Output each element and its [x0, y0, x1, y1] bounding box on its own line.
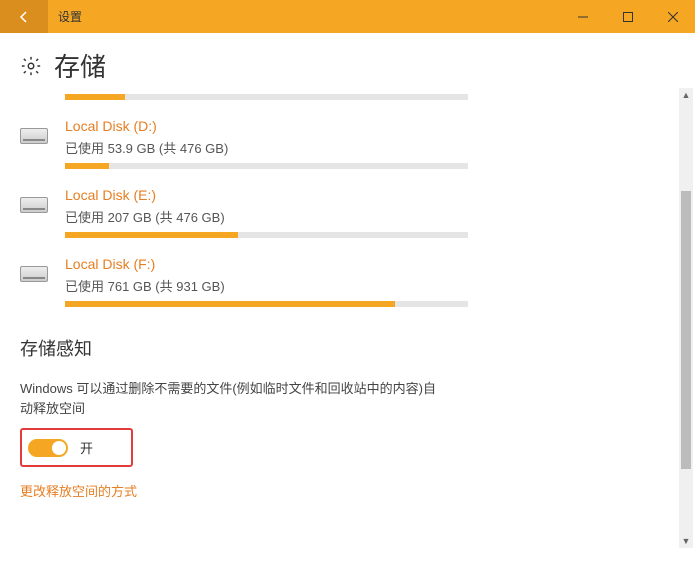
disk-icon	[20, 128, 48, 144]
disk-usage-text: 已使用 207 GB (共 476 GB)	[65, 207, 675, 226]
maximize-icon	[623, 12, 633, 22]
gear-icon	[20, 55, 42, 77]
usage-bar-fill	[65, 232, 238, 238]
scroll-content: Local Disk (D:) 已使用 53.9 GB (共 476 GB) L…	[20, 94, 675, 500]
usage-bar	[65, 232, 468, 238]
page-header: 存储	[0, 33, 695, 94]
usage-bar-fill	[65, 301, 395, 307]
scrollbar-thumb[interactable]	[681, 191, 691, 469]
disk-item[interactable]: Local Disk (D:) 已使用 53.9 GB (共 476 GB)	[20, 118, 675, 169]
disk-name: Local Disk (F:)	[65, 256, 675, 272]
window-title: 设置	[58, 8, 82, 25]
section-title-storage-sense: 存储感知	[20, 335, 675, 361]
close-icon	[668, 12, 678, 22]
disk-usage-text: 已使用 53.9 GB (共 476 GB)	[65, 138, 675, 157]
usage-bar-fill	[65, 94, 125, 100]
disk-item[interactable]: Local Disk (F:) 已使用 761 GB (共 931 GB)	[20, 256, 675, 307]
content-area: Local Disk (D:) 已使用 53.9 GB (共 476 GB) L…	[0, 94, 695, 562]
disk-name: Local Disk (D:)	[65, 118, 675, 134]
disk-item[interactable]: Local Disk (E:) 已使用 207 GB (共 476 GB)	[20, 187, 675, 238]
usage-bar-partial[interactable]	[65, 94, 468, 100]
change-free-up-space-link[interactable]: 更改释放空间的方式	[20, 481, 675, 500]
toggle-state-label: 开	[80, 438, 93, 457]
window-controls	[560, 0, 695, 33]
disk-usage-text: 已使用 761 GB (共 931 GB)	[65, 276, 675, 295]
page-title: 存储	[54, 47, 106, 84]
storage-sense-toggle-row: 开	[24, 432, 129, 463]
arrow-left-icon	[17, 10, 31, 24]
minimize-button[interactable]	[560, 0, 605, 33]
section-description: Windows 可以通过删除不需要的文件(例如临时文件和回收站中的内容)自动释放…	[20, 379, 440, 418]
maximize-button[interactable]	[605, 0, 650, 33]
disk-name: Local Disk (E:)	[65, 187, 675, 203]
highlight-box: 开	[20, 428, 133, 467]
vertical-scrollbar[interactable]: ▲ ▼	[679, 88, 693, 548]
disk-icon	[20, 266, 48, 282]
scroll-down-arrow-icon[interactable]: ▼	[679, 534, 693, 548]
usage-bar-fill	[65, 163, 109, 169]
usage-bar	[65, 163, 468, 169]
disk-icon	[20, 197, 48, 213]
storage-sense-toggle[interactable]	[28, 439, 68, 457]
title-bar: 设置	[0, 0, 695, 33]
close-button[interactable]	[650, 0, 695, 33]
scroll-up-arrow-icon[interactable]: ▲	[679, 88, 693, 102]
back-button[interactable]	[0, 0, 48, 33]
usage-bar	[65, 301, 468, 307]
minimize-icon	[578, 12, 588, 22]
